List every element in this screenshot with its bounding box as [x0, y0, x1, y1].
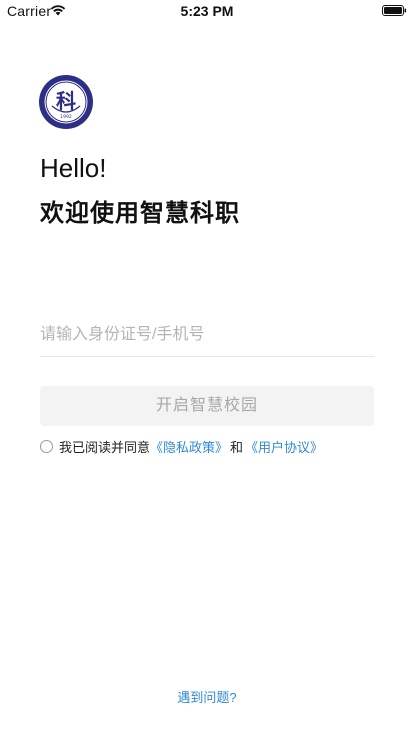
logo-character: 科	[56, 89, 76, 113]
school-logo-icon: 科 1992	[39, 75, 93, 129]
open-campus-button[interactable]: 开启智慧校园	[40, 386, 374, 426]
clock: 5:23 PM	[180, 3, 234, 19]
welcome-heading: 欢迎使用智慧科职	[40, 200, 240, 227]
privacy-policy-link[interactable]: 《隐私政策》	[150, 437, 228, 456]
agreement-row: 我已阅读并同意 《隐私政策》 和 《用户协议》	[40, 437, 323, 455]
login-page: Carrier 5:23 PM 科 1992 Hello! 欢迎使用智慧科职 开…	[0, 0, 414, 736]
user-agreement-link[interactable]: 《用户协议》	[245, 437, 323, 456]
id-phone-input[interactable]	[40, 320, 374, 350]
id-input-container	[40, 320, 374, 357]
hello-heading: Hello!	[40, 153, 107, 183]
home-indicator	[144, 724, 270, 728]
status-bar: Carrier 5:23 PM	[0, 0, 414, 22]
agreement-and: 和	[230, 439, 244, 455]
battery-icon	[382, 5, 407, 16]
agreement-prefix: 我已阅读并同意	[59, 439, 151, 455]
help-link[interactable]: 遇到问题?	[0, 687, 414, 706]
logo-year: 1992	[60, 114, 72, 120]
agreement-radio[interactable]	[40, 439, 53, 453]
